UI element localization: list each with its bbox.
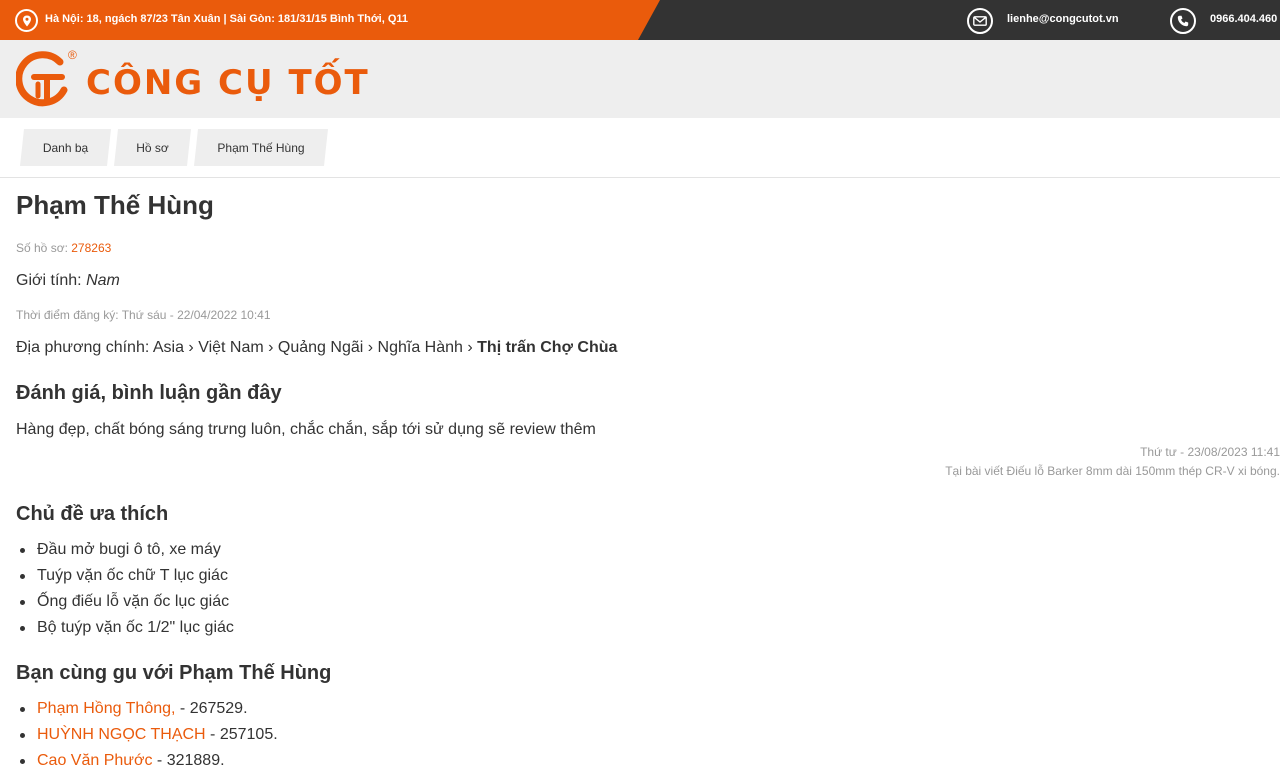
breadcrumb-label: Danh bạ (42, 140, 89, 155)
friend-item: Phạm Hồng Thông, - 267529. (16, 700, 278, 726)
gender-line: Giới tính: Nam (16, 272, 120, 290)
topic-item[interactable]: Đầu mở bugi ô tô, xe máy (16, 541, 234, 567)
registered-time: Thời điểm đăng ký: Thứ sáu - 22/04/2022 … (16, 308, 271, 322)
friend-link[interactable]: Phạm Hồng Thông, (37, 700, 175, 717)
topics-list: Đầu mở bugi ô tô, xe máy Tuýp vặn ốc chữ… (16, 541, 234, 645)
friends-list: Phạm Hồng Thông, - 267529. HUỲNH NGỌC TH… (16, 700, 278, 778)
topic-item[interactable]: Bộ tuýp vặn ốc 1/2" lục giác (16, 619, 234, 645)
breadcrumb-item-directory[interactable]: Danh bạ (20, 129, 111, 166)
top-bar: Hà Nội: 18, ngách 87/23 Tân Xuân | Sài G… (0, 0, 1280, 40)
record-number: 278263 (71, 241, 112, 255)
breadcrumb-item-current[interactable]: Phạm Thế Hùng (194, 129, 328, 166)
region-path: Asia › Việt Nam › Quảng Ngãi › Nghĩa Hàn… (152, 339, 473, 356)
reviews-heading: Đánh giá, bình luận gần đây (16, 382, 282, 404)
registered-mark: ® (68, 48, 77, 62)
friend-link[interactable]: HUỲNH NGỌC THẠCH (37, 726, 206, 743)
ct-logo-icon (16, 51, 68, 107)
phone-icon[interactable] (1170, 8, 1196, 34)
review-source-link[interactable]: Tại bài viết Điếu lỗ Barker 8mm dài 150m… (945, 464, 1280, 478)
breadcrumb-label: Phạm Thế Hùng (217, 140, 305, 155)
record-number-line: Số hồ sơ: 278263 (16, 241, 111, 255)
page-title: Phạm Thế Hùng (16, 190, 214, 220)
topbar-phone-link[interactable]: 0966.404.460 (1210, 13, 1277, 25)
region-label: Địa phương chính: (16, 339, 150, 356)
friend-link[interactable]: Cao Văn Phước (37, 752, 152, 769)
breadcrumb-item-profile[interactable]: Hồ sơ (114, 129, 191, 166)
envelope-icon[interactable] (967, 8, 993, 34)
topbar-email-link[interactable]: lienhe@congcutot.vn (1007, 13, 1119, 25)
topbar-address: Hà Nội: 18, ngách 87/23 Tân Xuân | Sài G… (45, 13, 409, 25)
friends-heading: Bạn cùng gu với Phạm Thế Hùng (16, 662, 332, 684)
breadcrumb: Danh bạ Hồ sơ Phạm Thế Hùng (0, 118, 1280, 178)
friend-id: - 267529. (175, 700, 248, 717)
record-label: Số hồ sơ: (16, 241, 68, 255)
gender-label: Giới tính: (16, 272, 82, 289)
topic-item[interactable]: Ống điếu lỗ vặn ốc lục giác (16, 593, 234, 619)
gender-value: Nam (86, 272, 120, 289)
review-date: Thứ tư - 23/08/2023 11:41 (1140, 445, 1280, 459)
friend-id: - 257105. (205, 726, 278, 743)
region-line: Địa phương chính: Asia › Việt Nam › Quản… (16, 339, 617, 357)
friend-id: - 321889. (152, 752, 225, 769)
site-logo[interactable]: ® CÔNG CỤ TỐT (16, 48, 370, 112)
friend-item: Cao Văn Phước - 321889. (16, 752, 278, 778)
topic-item[interactable]: Tuýp vặn ốc chữ T lục giác (16, 567, 234, 593)
breadcrumb-label: Hồ sơ (136, 140, 169, 155)
map-pin-icon (15, 9, 38, 32)
site-header: ® CÔNG CỤ TỐT (0, 40, 1280, 118)
friend-item: HUỲNH NGỌC THẠCH - 257105. (16, 726, 278, 752)
topics-heading: Chủ đề ưa thích (16, 503, 169, 525)
region-final: Thị trấn Chợ Chùa (477, 339, 618, 356)
review-comment: Hàng đẹp, chất bóng sáng trưng luôn, chắ… (16, 421, 596, 438)
logo-text: CÔNG CỤ TỐT (86, 63, 370, 103)
